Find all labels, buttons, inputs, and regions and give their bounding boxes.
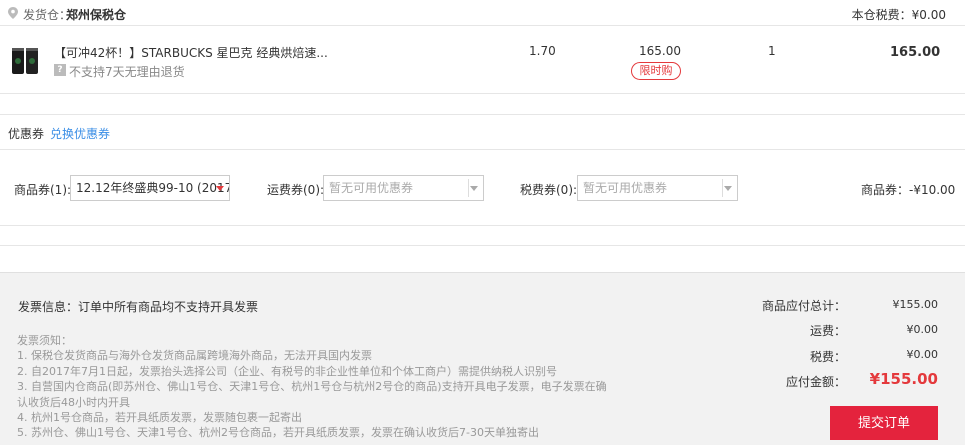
warehouse-label: 发货仓： <box>23 8 72 22</box>
coupon-title: 优惠券 <box>8 127 45 141</box>
invoice-note: 认收货后48小时内开具 <box>17 395 130 409</box>
warehouse-header: 发货仓： 郑州保税仓 本仓税费：¥0.00 <box>0 0 965 26</box>
product-subtotal: 165.00 <box>890 45 941 60</box>
shipping-coupon-placeholder: 暂无可用优惠券 <box>329 181 414 195</box>
shipping-label: 运费： <box>809 324 846 338</box>
tax-coupon-placeholder: 暂无可用优惠券 <box>583 181 668 195</box>
invoice-note: 1. 保税仓发货商品与海外仓发货商品属跨境海外商品，无法开具国内发票 <box>17 349 372 363</box>
pay-amount-label: 应付金额： <box>785 375 846 389</box>
question-icon: ? <box>54 64 66 76</box>
product-thumbnail[interactable] <box>11 45 39 75</box>
submit-order-button[interactable]: 提交订单 <box>830 406 938 440</box>
coupon-header: 优惠券 兑换优惠券 <box>0 114 965 150</box>
goods-total-label: 商品应付总计： <box>761 299 846 313</box>
product-row: 【可冲42杯！】STARBUCKS 星巴克 经典烘焙速... ? 不支持7天无理… <box>0 26 965 94</box>
no-return-notice: 不支持7天无理由退货 <box>69 65 185 79</box>
tax-coupon-select[interactable]: 暂无可用优惠券 <box>577 175 738 201</box>
invoice-note: 4. 杭州1号仓商品，若开具纸质发票，发票随包裹一起寄出 <box>17 411 302 425</box>
order-footer: 发票信息：订单中所有商品均不支持开具发票 发票须知： 1. 保税仓发货商品与海外… <box>0 272 965 445</box>
coupon-selectors: 商品券(1): 12.12年终盛典99-10 (2017.... 运费券(0):… <box>0 150 965 226</box>
goods-coupon-value: 12.12年终盛典99-10 (2017.... <box>76 181 229 195</box>
location-pin-icon <box>8 7 18 19</box>
invoice-note: 发票须知： <box>17 334 72 347</box>
invoice-note: 5. 苏州仓、佛山1号仓、天津1号仓、杭州2号仓商品，若开具纸质发票，发票在确认… <box>17 426 539 440</box>
warehouse-name: 郑州保税仓 <box>66 8 127 22</box>
pay-amount-value: ¥155.00 <box>869 370 938 388</box>
invoice-note: 3. 自营国内仓商品(即苏州仓、佛山1号仓、天津1号仓、杭州1号仓与杭州2号仓的… <box>17 380 607 394</box>
exchange-coupon-link[interactable]: 兑换优惠券 <box>50 125 110 142</box>
dropdown-arrow-icon <box>470 186 478 191</box>
dropdown-arrow-icon <box>216 186 224 191</box>
product-price: 165.00 <box>639 44 681 58</box>
coupon-discount: 商品券：-¥10.00 <box>861 183 956 197</box>
goods-coupon-select[interactable]: 12.12年终盛典99-10 (2017.... <box>70 175 230 201</box>
tax-label: 税费： <box>809 350 846 364</box>
warehouse-tax: 本仓税费：¥0.00 <box>851 8 946 22</box>
invoice-notes: 发票须知： 1. 保税仓发货商品与海外仓发货商品属跨境海外商品，无法开具国内发票… <box>17 333 607 441</box>
shipping-value: ¥0.00 <box>906 323 939 336</box>
invoice-info: 发票信息：订单中所有商品均不支持开具发票 <box>18 300 259 314</box>
invoice-note: 2. 自2017年7月1日起，发票抬头选择公司（企业、有税号的非企业性单位和个体… <box>17 364 557 378</box>
tax-coupon-label: 税费券(0): <box>520 183 578 197</box>
dropdown-arrow-icon <box>724 186 732 191</box>
spacer-row <box>0 226 965 246</box>
product-tax: 1.70 <box>529 44 556 58</box>
product-title[interactable]: 【可冲42杯！】STARBUCKS 星巴克 经典烘焙速... <box>54 44 328 61</box>
goods-coupon-label: 商品券(1): <box>14 183 72 197</box>
tax-value: ¥0.00 <box>906 348 939 361</box>
goods-total-value: ¥155.00 <box>892 298 939 311</box>
limited-time-tag: 限时购 <box>631 62 681 80</box>
shipping-coupon-label: 运费券(0): <box>267 183 325 197</box>
product-quantity: 1 <box>768 44 776 58</box>
shipping-coupon-select[interactable]: 暂无可用优惠券 <box>323 175 484 201</box>
